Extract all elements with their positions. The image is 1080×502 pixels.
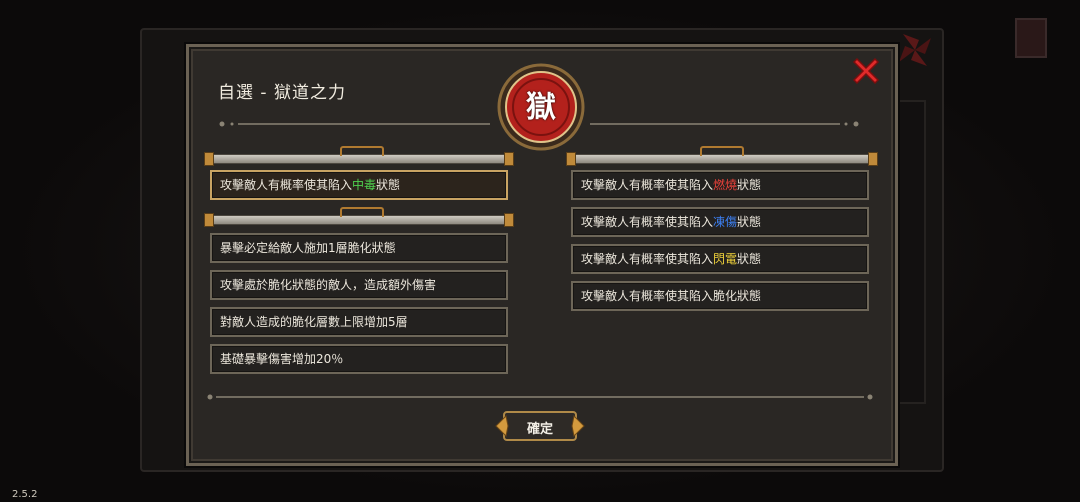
- option-text-suffix: 狀態: [376, 178, 401, 192]
- option-base-crit-damage[interactable]: 基礎暴擊傷害增加20％: [210, 344, 508, 374]
- title-divider-right: [590, 121, 859, 127]
- option-text: 對敵人造成的脆化層數上限增加5層: [220, 315, 408, 329]
- option-poison[interactable]: 攻擊敵人有概率使其陷入中毒狀態: [210, 170, 508, 200]
- title-divider-left: [219, 121, 490, 127]
- confirm-label: 確定: [526, 422, 553, 437]
- background-corner-icon: [1015, 18, 1047, 58]
- scroll-rod-left-top: [204, 146, 514, 166]
- option-text: 攻擊敵人有概率使其陷入: [581, 252, 714, 266]
- option-text: 攻擊處於脆化狀態的敵人，造成額外傷害: [220, 278, 437, 292]
- option-brittle-stack-cap[interactable]: 對敵人造成的脆化層數上限增加5層: [210, 307, 508, 337]
- option-crit-brittle[interactable]: 暴擊必定給敵人施加1層脆化狀態: [210, 233, 508, 263]
- option-text: 攻擊敵人有概率使其陷入脆化狀態: [581, 289, 762, 303]
- option-brittle[interactable]: 攻擊敵人有概率使其陷入脆化狀態: [571, 281, 869, 311]
- option-brittle-extra-damage[interactable]: 攻擊處於脆化狀態的敵人，造成額外傷害: [210, 270, 508, 300]
- scroll-rod-right: [566, 146, 878, 166]
- option-burn[interactable]: 攻擊敵人有概率使其陷入燃燒狀態: [571, 170, 869, 200]
- option-highlight-frostbite: 凍傷: [713, 215, 738, 229]
- option-frostbite[interactable]: 攻擊敵人有概率使其陷入凍傷狀態: [571, 207, 869, 237]
- close-icon[interactable]: [851, 56, 881, 86]
- option-highlight-burn: 燃燒: [713, 178, 738, 192]
- bottom-divider: [207, 394, 873, 400]
- option-highlight-lightning: 閃電: [713, 252, 738, 266]
- option-text-suffix: 狀態: [737, 215, 762, 229]
- scroll-rod-left-bottom: [204, 207, 514, 227]
- option-text: 基礎暴擊傷害增加20％: [220, 352, 344, 366]
- option-lightning[interactable]: 攻擊敵人有概率使其陷入閃電狀態: [571, 244, 869, 274]
- option-text: 暴擊必定給敵人施加1層脆化狀態: [220, 241, 396, 255]
- version-label: 2.5.2: [12, 489, 38, 500]
- background-pinwheel-icon: [899, 34, 931, 66]
- option-text-suffix: 狀態: [737, 178, 762, 192]
- option-text: 攻擊敵人有概率使其陷入: [220, 178, 353, 192]
- option-text: 攻擊敵人有概率使其陷入: [581, 215, 714, 229]
- option-text: 攻擊敵人有概率使其陷入: [581, 178, 714, 192]
- option-highlight-poison: 中毒: [352, 178, 377, 192]
- option-text-suffix: 狀態: [737, 252, 762, 266]
- dialog-title: 自選 - 獄道之力: [218, 83, 346, 103]
- emblem-character: 獄: [526, 90, 556, 125]
